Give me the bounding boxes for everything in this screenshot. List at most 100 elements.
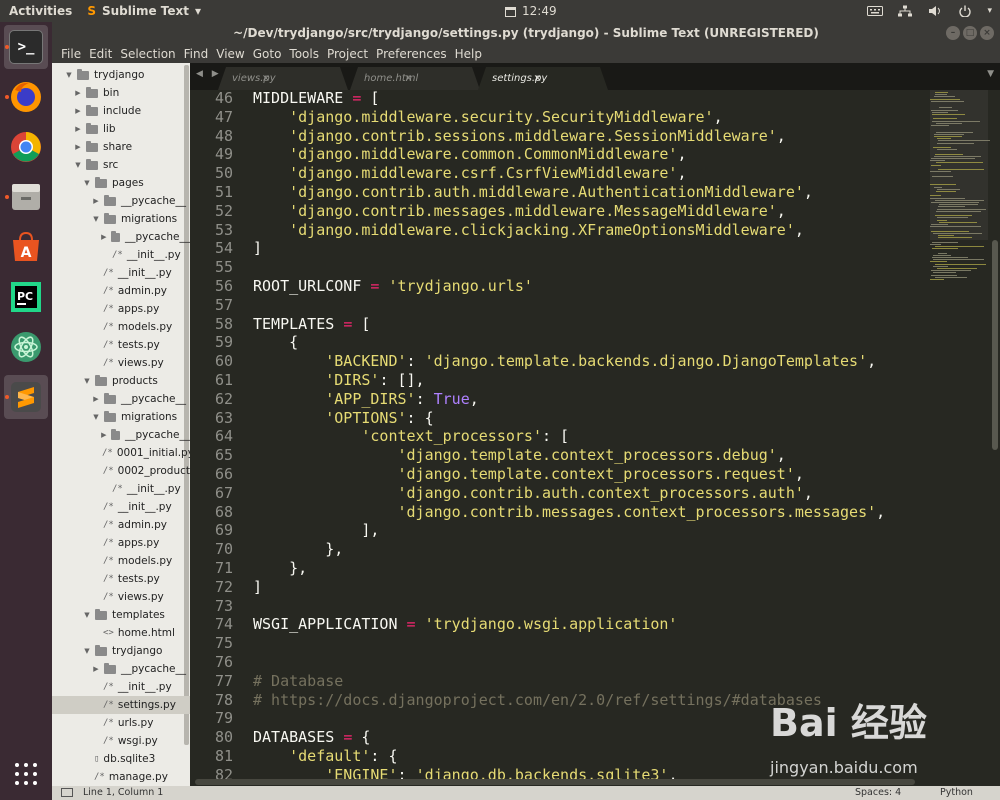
minimize-button[interactable]: – [946,26,960,40]
tab-views-py[interactable]: views.py× [218,67,348,90]
dock-pycharm[interactable]: PC [4,275,48,319]
menu-selection[interactable]: Selection [116,47,179,61]
chevron-down-icon[interactable]: ▼ [82,377,92,385]
code-line[interactable]: 76 [190,653,253,672]
tab-settings-py[interactable]: settings.py× [478,67,608,90]
chevron-right-icon[interactable]: ▶ [100,431,108,439]
activities-button[interactable]: Activities [0,4,81,18]
chevron-down-icon[interactable]: ▼ [82,647,92,655]
sidebar-folder[interactable]: ▼ products [52,372,190,390]
sidebar-folder[interactable]: ▼ migrations [52,210,190,228]
code-line[interactable]: 78 # https://docs.djangoproject.com/en/2.… [190,691,822,710]
sidebar-folder[interactable]: ▶ __pycache__ [52,228,190,246]
chevron-right-icon[interactable]: ▶ [73,107,83,115]
sidebar-file[interactable]: /* urls.py [52,714,190,732]
sidebar-folder[interactable]: ▶ __pycache__ [52,192,190,210]
chevron-down-icon[interactable]: ▼ [73,161,83,169]
sidebar-file[interactable]: /* apps.py [52,534,190,552]
code-line[interactable]: 75 [190,634,253,653]
sidebar-file[interactable]: /* 0001_initial.py [52,444,190,462]
chevron-down-icon[interactable]: ▾ [987,6,992,16]
keyboard-icon[interactable] [867,5,884,17]
clock[interactable]: 12:49 [505,0,557,22]
cursor-position[interactable]: Line 1, Column 1 [83,787,163,798]
code-line[interactable]: 61 'DIRS': [], [190,371,425,390]
minimap[interactable] [930,90,990,786]
dock-terminal[interactable]: >_ [4,25,48,69]
chevron-down-icon[interactable]: ▼ [64,71,74,79]
chevron-right-icon[interactable]: ▶ [73,125,83,133]
code-line[interactable]: 60 'BACKEND': 'django.template.backends.… [190,352,876,371]
code-line[interactable]: 80 DATABASES = { [190,728,370,747]
show-applications-button[interactable] [4,752,48,796]
sidebar-file[interactable]: /* manage.py [52,768,190,786]
dock-chrome[interactable] [4,125,48,169]
menu-edit[interactable]: Edit [85,47,116,61]
code-line[interactable]: 46 MIDDLEWARE = [ [190,90,380,108]
sidebar-folder[interactable]: ▼ trydjango [52,66,190,84]
sidebar-folder[interactable]: ▶ __pycache__ [52,390,190,408]
close-icon[interactable]: × [404,73,412,84]
sidebar-file[interactable]: /* 0002_product [52,462,190,480]
menu-help[interactable]: Help [451,47,486,61]
maximize-button[interactable]: □ [963,26,977,40]
sidebar-file[interactable]: /* __init__.py [52,264,190,282]
chevron-right-icon[interactable]: ▶ [73,89,83,97]
close-icon[interactable]: × [262,73,270,84]
sidebar-file[interactable]: /* models.py [52,552,190,570]
menu-tools[interactable]: Tools [285,47,323,61]
code-line[interactable]: 56 ROOT_URLCONF = 'trydjango.urls' [190,277,533,296]
code-line[interactable]: 58 TEMPLATES = [ [190,315,370,334]
sidebar-file[interactable]: /* views.py [52,354,190,372]
code-line[interactable]: 81 'default': { [190,747,398,766]
code-line[interactable]: 67 'django.contrib.auth.context_processo… [190,484,813,503]
dock-sublime-text[interactable] [4,375,48,419]
dock-ubuntu-software[interactable]: A [4,225,48,269]
menu-goto[interactable]: Goto [249,47,286,61]
app-menu[interactable]: S Sublime Text ▾ [87,4,201,18]
sidebar-file[interactable]: /* tests.py [52,336,190,354]
dock-files[interactable] [4,175,48,219]
menu-project[interactable]: Project [323,47,372,61]
code-line[interactable]: 49 'django.middleware.common.CommonMiddl… [190,145,687,164]
code-line[interactable]: 71 }, [190,559,307,578]
sidebar-file[interactable]: /* admin.py [52,282,190,300]
code-line[interactable]: 70 }, [190,540,343,559]
sidebar-file[interactable]: /* __init__.py [52,498,190,516]
chevron-down-icon[interactable]: ▼ [91,215,101,223]
code-line[interactable]: 47 'django.middleware.security.SecurityM… [190,108,723,127]
code-line[interactable]: 51 'django.contrib.auth.middleware.Authe… [190,183,813,202]
sidebar-file[interactable]: /* settings.py [52,696,190,714]
sidebar-folder[interactable]: ▶ include [52,102,190,120]
sidebar-folder[interactable]: ▶ lib [52,120,190,138]
sidebar-folder[interactable]: ▼ pages [52,174,190,192]
sidebar-file[interactable]: /* models.py [52,318,190,336]
code-line[interactable]: 64 'context_processors': [ [190,427,569,446]
sidebar-folder[interactable]: ▶ share [52,138,190,156]
close-button[interactable]: × [980,26,994,40]
code-line[interactable]: 55 [190,258,253,277]
code-line[interactable]: 59 { [190,333,298,352]
chevron-right-icon[interactable]: ▶ [91,665,101,673]
code-line[interactable]: 79 [190,709,253,728]
code-line[interactable]: 74 WSGI_APPLICATION = 'trydjango.wsgi.app… [190,615,678,634]
code-line[interactable]: 65 'django.template.context_processors.d… [190,446,786,465]
sidebar-file[interactable]: /* views.py [52,588,190,606]
power-icon[interactable] [957,5,973,17]
sidebar-file[interactable]: /* apps.py [52,300,190,318]
sidebar-file[interactable]: ▯ db.sqlite3 [52,750,190,768]
window-titlebar[interactable]: ~/Dev/trydjango/src/trydjango/settings.p… [52,22,1000,44]
indentation-setting[interactable]: Spaces: 4 [855,787,901,798]
vertical-scrollbar[interactable] [992,240,998,450]
chevron-right-icon[interactable]: ▶ [100,233,108,241]
code-line[interactable]: 52 'django.contrib.messages.middleware.M… [190,202,786,221]
code-line[interactable]: 62 'APP_DIRS': True, [190,390,479,409]
sidebar-folder[interactable]: ▼ templates [52,606,190,624]
code-line[interactable]: 63 'OPTIONS': { [190,409,434,428]
code-line[interactable]: 73 [190,597,253,616]
volume-icon[interactable] [927,5,943,17]
syntax-selector[interactable]: Python [940,787,973,798]
close-icon[interactable]: × [533,73,541,84]
sidebar-folder[interactable]: ▼ trydjango [52,642,190,660]
sidebar-file[interactable]: /* __init__.py [52,246,190,264]
